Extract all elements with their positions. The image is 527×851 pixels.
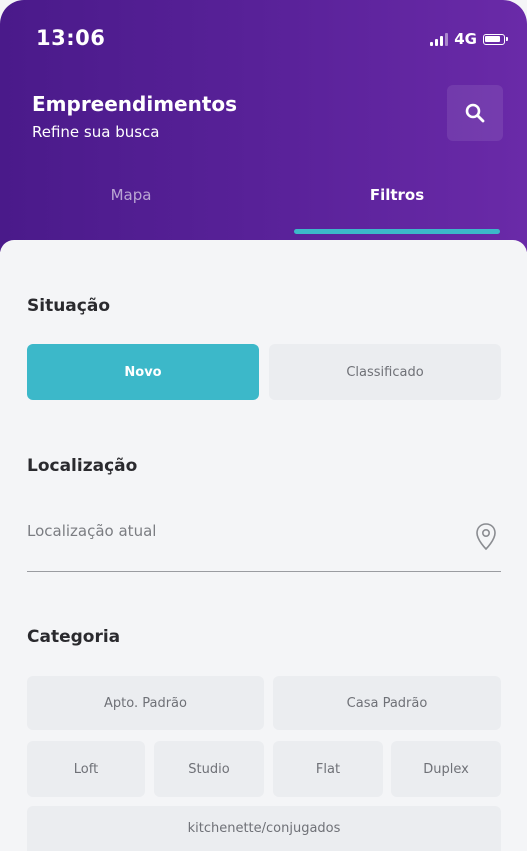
location-placeholder: Localização atual (27, 522, 157, 540)
page-subtitle: Refine sua busca (32, 123, 160, 141)
chip-classificado[interactable]: Classificado (269, 344, 501, 400)
status-bar: 13:06 4G (0, 0, 527, 76)
chip-novo[interactable]: Novo (27, 344, 259, 400)
tab-map[interactable]: Mapa (28, 186, 234, 204)
chip-kitchenette[interactable]: kitchenette/conjugados (27, 806, 501, 851)
signal-icon (430, 32, 449, 46)
chip-loft[interactable]: Loft (27, 741, 145, 797)
section-title-situacao: Situação (27, 296, 110, 316)
battery-icon (483, 33, 508, 45)
chip-apto-padrao[interactable]: Apto. Padrão (27, 676, 264, 730)
page-title: Empreendimentos (32, 92, 238, 116)
search-button[interactable] (447, 85, 503, 141)
tab-filters[interactable]: Filtros (294, 186, 500, 204)
chip-flat[interactable]: Flat (273, 741, 383, 797)
section-title-categoria: Categoria (27, 627, 121, 647)
chip-studio[interactable]: Studio (154, 741, 264, 797)
network-label: 4G (454, 30, 477, 48)
chip-duplex[interactable]: Duplex (391, 741, 501, 797)
location-input[interactable]: Localização atual (27, 518, 501, 572)
search-icon (465, 103, 485, 123)
app-header: 13:06 4G Empreendimentos Refine sua busc… (0, 0, 527, 252)
filters-screen: 13:06 4G Empreendimentos Refine sua busc… (0, 0, 527, 851)
status-indicators: 4G (430, 30, 508, 48)
active-tab-indicator (294, 229, 500, 234)
chip-casa-padrao[interactable]: Casa Padrão (273, 676, 501, 730)
status-time: 13:06 (36, 26, 106, 50)
section-title-localizacao: Localização (27, 456, 138, 476)
location-pin-icon[interactable] (475, 522, 497, 552)
